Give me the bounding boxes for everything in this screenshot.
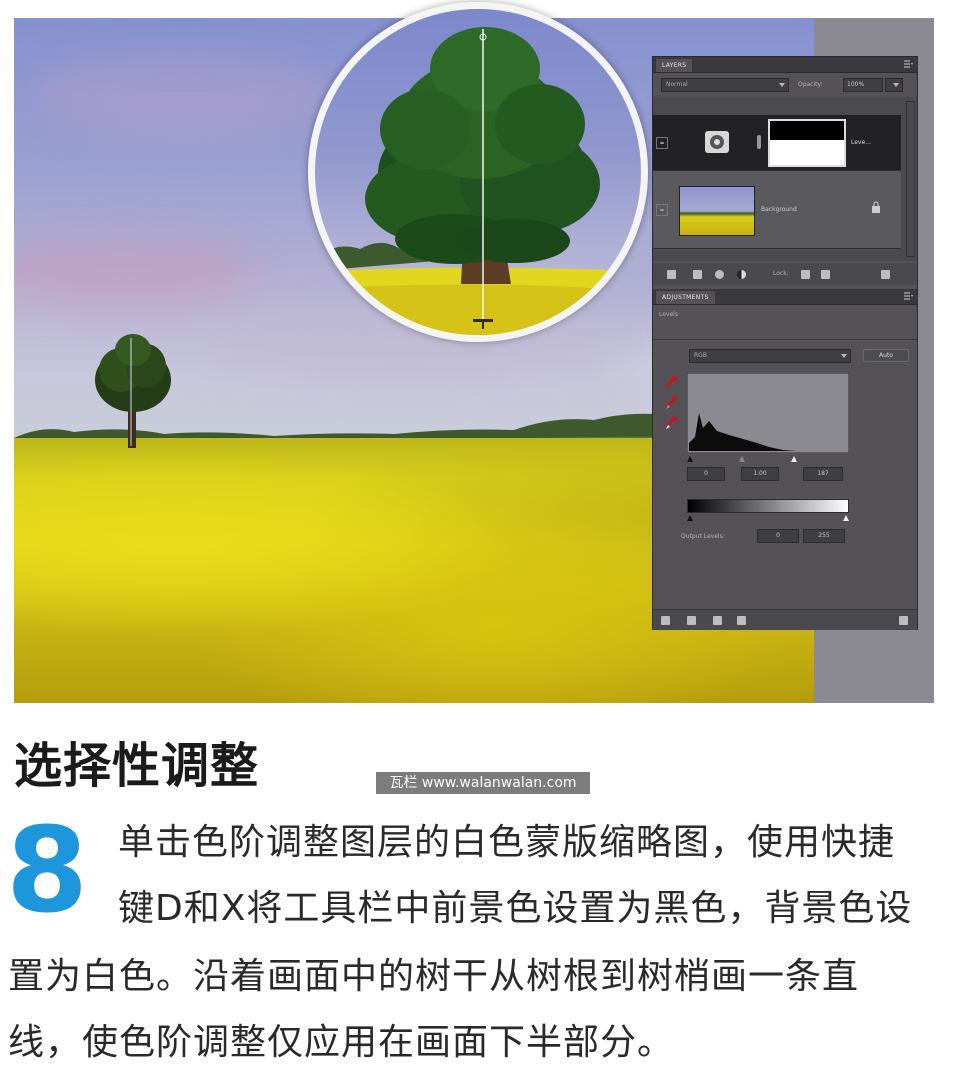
output-black-field[interactable]: 0: [757, 529, 799, 543]
new-adjustment-icon[interactable]: [737, 270, 746, 279]
layer-name-background: Background: [761, 206, 797, 213]
visibility-eye-icon[interactable]: [656, 137, 668, 149]
chevron-down-icon: [893, 83, 899, 87]
body-line-3: 置为白色。沿着画面中的树干从树根到树梢画一条直: [8, 956, 860, 997]
input-black-field[interactable]: 0: [687, 467, 725, 481]
layers-toolbar: Lock:: [653, 263, 917, 285]
background-thumbnail: [679, 186, 755, 236]
add-mask-icon[interactable]: [715, 270, 724, 279]
body-line-2: 键D和X将工具栏中前景色设置为黑色，背景色设: [118, 888, 913, 929]
lock-icon: [872, 201, 880, 213]
opacity-dropdown[interactable]: [885, 78, 903, 92]
lock-pixels-icon[interactable]: [801, 270, 810, 279]
tab-layers-label: LAYERS: [662, 62, 687, 69]
input-white-field[interactable]: 187: [803, 467, 843, 481]
output-black-value: 0: [776, 532, 780, 539]
output-white-field[interactable]: 255: [803, 529, 845, 543]
input-black-value: 0: [704, 470, 708, 477]
layers-scrollbar[interactable]: [906, 101, 915, 257]
layer-mask-thumbnail[interactable]: [768, 119, 846, 167]
layers-list: Leve... Background: [653, 97, 917, 261]
delete-adjustment-icon[interactable]: [899, 616, 908, 625]
tab-adjustments-label: ADJUSTMENTS: [662, 294, 709, 301]
opacity-label: Opacity:: [798, 81, 823, 88]
blend-mode-value: Normal: [666, 81, 688, 88]
input-white-value: 187: [817, 470, 829, 477]
body-line-4: 线，使色阶调整仅应用在画面下半部分。: [8, 1022, 675, 1063]
magnifier-circle: [308, 2, 648, 342]
auto-button-label: Auto: [879, 352, 893, 359]
watermark: 瓦栏 www.walanwalan.com: [376, 772, 590, 794]
layer-style-icon[interactable]: [693, 270, 702, 279]
visibility-eye-icon[interactable]: [656, 204, 668, 216]
layer-row-levels[interactable]: Leve...: [653, 115, 901, 171]
levels-histogram: [687, 373, 849, 453]
oak-tree-small: [95, 334, 171, 448]
black-point-eyedropper-icon[interactable]: [665, 375, 679, 391]
panel-menu-icon[interactable]: [904, 292, 913, 300]
output-levels-slider[interactable]: [687, 514, 849, 522]
tab-adjustments[interactable]: ADJUSTMENTS: [656, 291, 715, 304]
delete-layer-icon[interactable]: [881, 270, 890, 279]
layer-row-background[interactable]: Background: [653, 171, 901, 249]
link-layers-icon[interactable]: [667, 270, 676, 279]
expand-view-icon[interactable]: [687, 616, 696, 625]
levels-adjustment-icon: [705, 131, 729, 153]
input-levels-slider[interactable]: [687, 455, 849, 463]
adjustments-toolbar: [653, 609, 917, 630]
photoshop-panel: LAYERS Normal Opacity: 100% Leve... Back: [652, 56, 918, 630]
white-point-eyedropper-icon[interactable]: [665, 415, 679, 431]
opacity-field[interactable]: 100%: [843, 78, 883, 92]
input-gamma-value: 1.00: [753, 470, 767, 477]
output-levels-gradient: [687, 499, 849, 513]
clip-to-layer-icon[interactable]: [713, 616, 722, 625]
preset-value: RGB: [694, 352, 707, 359]
adjustment-subtitle: Levels: [659, 311, 678, 318]
section-title: 选择性调整: [14, 738, 260, 794]
lock-label: Lock:: [773, 270, 789, 277]
tab-layers[interactable]: LAYERS: [656, 59, 693, 72]
chain-link-icon[interactable]: [757, 135, 761, 149]
auto-button[interactable]: Auto: [863, 349, 909, 362]
chevron-down-icon: [779, 83, 785, 87]
preset-select[interactable]: RGB: [689, 349, 851, 363]
body-line-1: 单击色阶调整图层的白色蒙版缩略图，使用快捷: [118, 822, 896, 863]
chevron-down-icon: [841, 354, 847, 358]
input-gamma-field[interactable]: 1.00: [741, 467, 779, 481]
gray-point-eyedropper-icon[interactable]: [665, 395, 679, 411]
return-to-list-icon[interactable]: [661, 616, 670, 625]
toggle-visibility-icon[interactable]: [737, 616, 746, 625]
opacity-value: 100%: [847, 81, 865, 88]
oak-tree-zoomed: [315, 27, 641, 335]
blend-mode-select[interactable]: Normal: [661, 78, 789, 92]
layers-tabbar: LAYERS: [653, 57, 917, 73]
layer-name-levels: Leve...: [851, 139, 871, 146]
adjustments-divider: [653, 339, 917, 340]
step-number: 8: [6, 801, 89, 939]
output-white-value: 255: [818, 532, 830, 539]
output-levels-label: Output Levels:: [681, 533, 725, 540]
panel-menu-icon[interactable]: [904, 60, 913, 68]
lock-all-icon[interactable]: [821, 270, 830, 279]
adjustments-tabbar: ADJUSTMENTS: [653, 289, 917, 305]
